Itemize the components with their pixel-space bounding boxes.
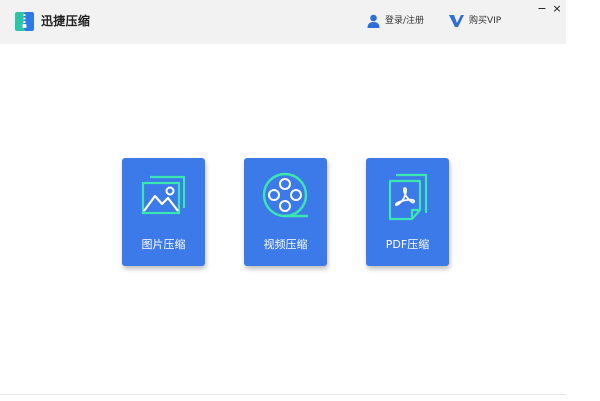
app-title: 迅捷压缩 [41,14,91,28]
buy-vip-button[interactable]: 购买VIP [449,14,501,28]
minimize-button[interactable]: − [536,3,548,15]
title-bar: 迅捷压缩 登录/注册 购买VIP − × [0,0,566,44]
pdf-compress-card[interactable]: PDF压缩 [366,158,449,266]
video-compress-label: 视频压缩 [263,238,308,251]
buy-vip-label: 购买VIP [469,16,502,26]
login-register-label: 登录/注册 [385,16,425,26]
pdf-file-icon [388,173,427,221]
image-compress-card[interactable]: 图片压缩 [122,158,205,266]
main-window: 迅捷压缩 登录/注册 购买VIP − × 图片压缩 视频压缩 PDF压缩 [0,0,566,401]
close-button[interactable]: × [551,3,563,15]
image-icon [141,175,185,215]
user-icon [367,14,380,28]
login-register-button[interactable]: 登录/注册 [367,14,424,28]
pdf-compress-label: PDF压缩 [385,238,430,251]
image-compress-label: 图片压缩 [141,238,186,251]
zip-file-icon [15,12,34,31]
video-compress-card[interactable]: 视频压缩 [244,158,327,266]
vip-v-icon [449,15,464,27]
film-reel-icon [262,172,308,218]
footer-divider [0,394,566,395]
